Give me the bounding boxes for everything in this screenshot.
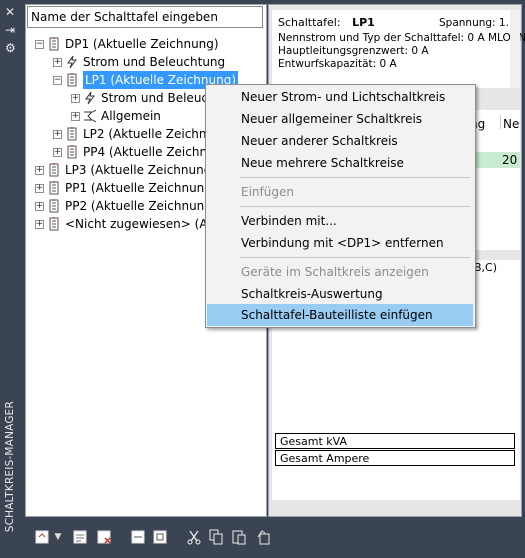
- panel-icon: [47, 181, 61, 195]
- panel-icon: [47, 163, 61, 177]
- menu-item-insert-panel-schedule[interactable]: Schalttafel-Bauteilliste einfügen: [207, 304, 473, 326]
- panel-icon: [47, 199, 61, 213]
- menu-item-connect-to[interactable]: Verbinden mit...: [207, 210, 473, 232]
- move-circuit-icon[interactable]: [129, 528, 147, 546]
- lower-header: B,C): [474, 261, 498, 274]
- tree-node-label: Strom und Beleuchtung: [83, 55, 226, 69]
- menu-separator: [240, 177, 470, 178]
- settings-icon[interactable]: ⚙: [5, 42, 16, 54]
- cut-icon[interactable]: [185, 528, 203, 546]
- expand-icon[interactable]: +: [35, 165, 44, 175]
- expand-icon[interactable]: +: [53, 147, 62, 157]
- collapse-icon[interactable]: −: [53, 75, 62, 85]
- expand-icon[interactable]: +: [35, 219, 44, 229]
- tree-node-label: PP1 (Aktuelle Zeichnung): [65, 181, 217, 195]
- design-capacity-text: Entwurfskapazität: 0 A: [278, 58, 397, 70]
- grid-header-col-b: Ne: [503, 117, 520, 131]
- menu-item-new-general-circuit[interactable]: Neuer allgemeiner Schaltkreis: [207, 108, 473, 130]
- panel-info-box: Schalttafel: LP1 Spannung: 1. Nennstrom …: [272, 10, 525, 88]
- main-breaker-text: Hauptleitungsgrenzwert: 0 A: [278, 45, 429, 57]
- voltage-text: Spannung: 1.: [439, 17, 509, 29]
- tree-node-label: LP3 (Aktuelle Zeichnung): [65, 163, 217, 177]
- panel-icon: [65, 127, 79, 141]
- paste-special-icon[interactable]: [255, 528, 273, 546]
- expand-icon[interactable]: +: [71, 111, 80, 121]
- context-menu: Neuer Strom- und Lichtschaltkreis Neuer …: [205, 84, 476, 328]
- palette-strip: ✕ ⇥ ⚙ SCHALTKREIS-MANAGER: [0, 0, 24, 558]
- tree-node-label: <Nicht zugewiesen> (Akt: [65, 217, 220, 231]
- delete-circuit-icon[interactable]: [95, 528, 113, 546]
- tree-node-dp1[interactable]: − DP1 (Aktuelle Zeichnung): [35, 35, 219, 53]
- pin-icon[interactable]: ⇥: [5, 24, 15, 36]
- expand-icon[interactable]: +: [71, 93, 80, 103]
- new-circuit-icon[interactable]: [33, 528, 51, 546]
- panel-icon: [47, 37, 61, 51]
- menu-item-paste: Einfügen: [241, 185, 294, 199]
- palette-title: SCHALTKREIS-MANAGER: [4, 400, 16, 532]
- tree-node-pp1[interactable]: + PP1 (Aktuelle Zeichnung): [35, 179, 217, 197]
- totals-box: Gesamt kVA Gesamt Ampere: [275, 433, 515, 467]
- menu-item-disconnect[interactable]: Verbindung mit <DP1> entfernen: [207, 232, 473, 254]
- tree-node-label: PP2 (Aktuelle Zeichnung): [65, 199, 217, 213]
- tree-node-allgemein[interactable]: + Allgemein: [71, 107, 161, 125]
- total-kva-label: Gesamt kVA: [275, 433, 515, 449]
- tree-node-lp3[interactable]: + LP3 (Aktuelle Zeichnung): [35, 161, 216, 179]
- menu-item-new-other-circuit[interactable]: Neuer anderer Schaltkreis: [207, 130, 473, 152]
- panel-icon: [47, 217, 61, 231]
- power-lightning-icon: [83, 91, 97, 105]
- panel-settings-icon[interactable]: [71, 528, 89, 546]
- grid-row-value: 20: [502, 153, 518, 167]
- menu-item-new-multiple-circuits[interactable]: Neue mehrere Schaltkreise: [207, 152, 473, 174]
- menu-separator: [240, 206, 470, 207]
- expand-icon[interactable]: +: [35, 201, 44, 211]
- grid-divider: [500, 115, 501, 129]
- expand-icon[interactable]: +: [53, 57, 62, 67]
- panel-name: LP1: [352, 16, 375, 29]
- general-circuit-icon: [83, 109, 97, 123]
- search-box[interactable]: [27, 6, 263, 28]
- tree-node-unassigned[interactable]: + <Nicht zugewiesen> (Akt: [35, 215, 219, 233]
- copy-icon[interactable]: [207, 528, 225, 546]
- bottom-toolbar: ▼: [25, 518, 525, 558]
- menu-separator: [240, 257, 470, 258]
- close-icon[interactable]: ✕: [5, 6, 15, 18]
- expand-icon[interactable]: +: [53, 129, 62, 139]
- menu-item-new-power-lighting-circuit[interactable]: Neuer Strom- und Lichtschaltkreis: [207, 86, 473, 108]
- panel-label: Schalttafel:: [278, 16, 341, 29]
- tree-node-pp2[interactable]: + PP2 (Aktuelle Zeichnung): [35, 197, 217, 215]
- paste-icon[interactable]: [229, 528, 247, 546]
- tree-node-strom-beleuchtung[interactable]: + Strom und Beleuchtung: [53, 53, 225, 71]
- panel-icon: [65, 73, 79, 87]
- panel-icon: [65, 145, 79, 159]
- info-scrollbar[interactable]: [510, 10, 520, 88]
- copy-circuit-icon[interactable]: [151, 528, 169, 546]
- power-lightning-icon: [65, 55, 79, 69]
- collapse-icon[interactable]: −: [35, 39, 44, 49]
- panel-search-input[interactable]: [28, 7, 262, 27]
- tree-node-label: DP1 (Aktuelle Zeichnung): [65, 37, 219, 51]
- total-ampere-label: Gesamt Ampere: [275, 450, 515, 466]
- menu-item-circuit-report[interactable]: Schaltkreis-Auswertung: [207, 283, 473, 305]
- menu-item-show-devices: Geräte im Schaltkreis anzeigen: [241, 265, 429, 279]
- rating-text: Nennstrom und Typ der Schalttafel: 0 A M…: [278, 32, 525, 44]
- dropdown-arrow-icon[interactable]: ▼: [53, 528, 63, 546]
- tree-node-label: Allgemein: [101, 109, 161, 123]
- expand-icon[interactable]: +: [35, 183, 44, 193]
